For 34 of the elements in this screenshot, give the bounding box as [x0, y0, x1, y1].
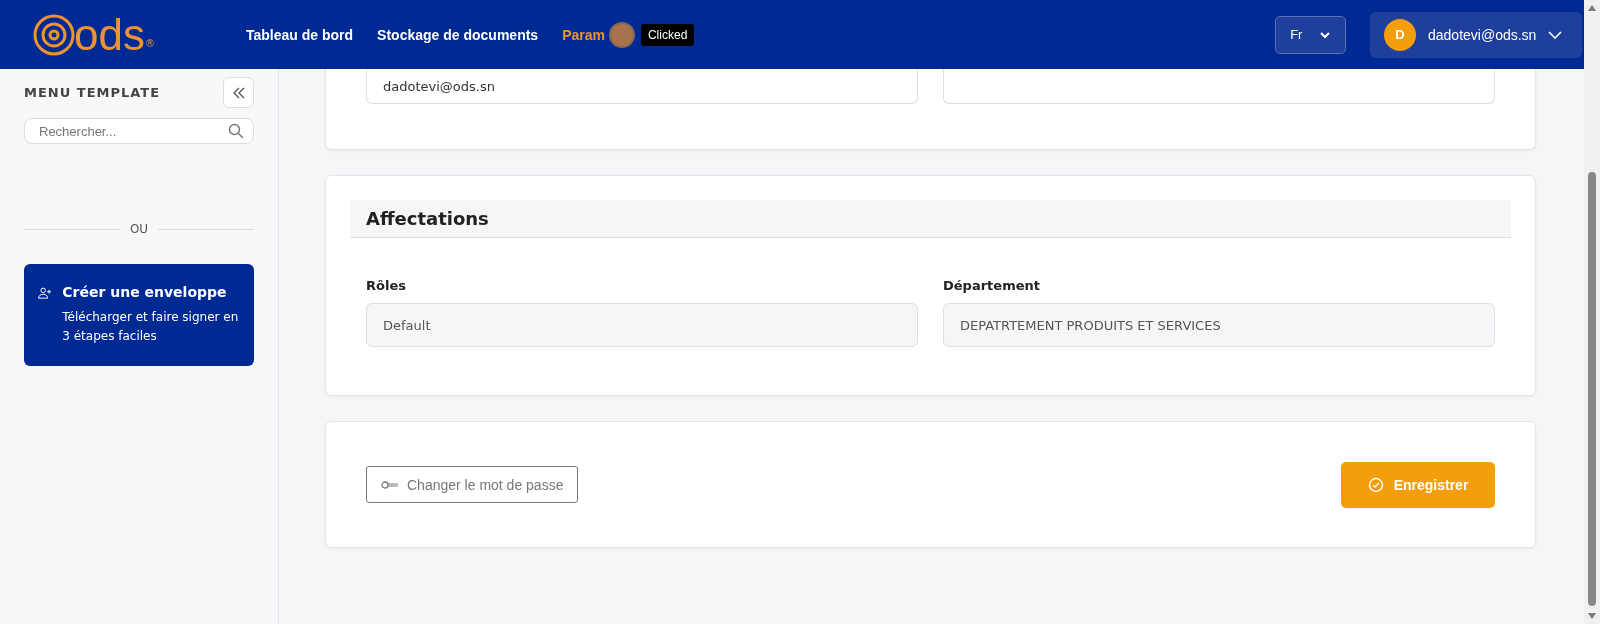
- search-icon: [228, 123, 244, 139]
- scrollbar[interactable]: [1584, 0, 1600, 624]
- divider-label: OU: [129, 222, 149, 236]
- scroll-up-icon: [1587, 4, 1597, 12]
- language-select[interactable]: Fr: [1275, 15, 1346, 54]
- registered-mark: ®: [144, 37, 155, 49]
- create-envelope-title: Créer une enveloppe: [62, 284, 228, 300]
- clicked-tooltip: Clicked: [640, 23, 695, 46]
- avatar: D: [1384, 18, 1416, 51]
- chevron-down-icon: [1548, 30, 1563, 39]
- nav-link[interactable]: Tableau de bord: [246, 26, 354, 43]
- nav-link[interactable]: Param: [562, 26, 605, 43]
- scroll-down-icon: [1587, 612, 1597, 620]
- chevron-down-icon: [1318, 30, 1331, 39]
- double-chevron-left-icon: [231, 86, 246, 99]
- text-field[interactable]: dadotevi@ods.sn: [366, 69, 918, 104]
- logo[interactable]: ods®: [32, 12, 246, 57]
- field-label: Département: [943, 278, 1041, 293]
- section-title: Affectations: [350, 200, 1511, 238]
- sidebar-title: MENU TEMPLATE: [24, 85, 161, 100]
- search-field[interactable]: Rechercher...: [24, 118, 254, 144]
- target-logo-icon: [32, 12, 76, 57]
- nav-link[interactable]: Stockage de documents: [377, 26, 539, 43]
- field-label: Rôles: [366, 278, 407, 293]
- check-circle-icon: [1367, 476, 1384, 493]
- readonly-field: Default: [366, 303, 918, 347]
- key-icon: [381, 479, 399, 490]
- change-password-button[interactable]: Changer le mot de passe: [366, 466, 579, 503]
- user-menu[interactable]: D dadotevi@ods.sn: [1370, 11, 1582, 58]
- readonly-field: DEPATRTEMENT PRODUITS ET SERVICES: [943, 303, 1495, 347]
- click-marker-icon: [608, 21, 635, 48]
- collapse-button[interactable]: [223, 77, 254, 108]
- create-envelope-description: Télécharger et faire signer en 3 étapes faciles: [62, 309, 240, 346]
- create-envelope-card[interactable]: Créer une enveloppe Télécharger et faire signer en 3 étapes faciles: [24, 264, 254, 367]
